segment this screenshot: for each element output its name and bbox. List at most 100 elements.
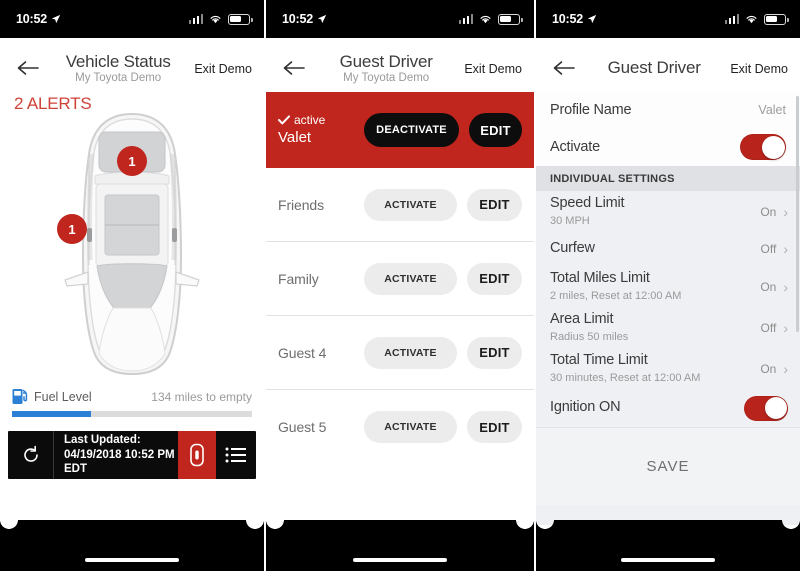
list-menu-icon[interactable] (216, 431, 256, 479)
profile-name-value: Valet (758, 103, 786, 117)
battery-icon (764, 13, 789, 25)
edit-button-guest-4[interactable]: EDIT (466, 336, 522, 369)
activate-button-friends[interactable]: ACTIVATE (364, 188, 457, 221)
activate-label: Activate (550, 139, 600, 155)
edit-button-guest-5[interactable]: EDIT (466, 411, 522, 443)
setting-row-speed-limit[interactable]: Speed Limit 30 MPH On › (536, 191, 800, 232)
setting-right: Off › (761, 321, 788, 335)
setting-subtitle: 30 MPH (550, 214, 590, 227)
check-icon (278, 115, 290, 125)
three-phone-screenshots: 10:52 Vehicle Status My Toyota Demo Exit… (0, 0, 800, 571)
refresh-icon[interactable] (8, 431, 54, 479)
setting-row-curfew[interactable]: Curfew Off › (536, 232, 800, 266)
setting-title: Area Limit (550, 311, 614, 328)
active-profile-name: Valet (278, 128, 312, 146)
setting-texts: Speed Limit 30 MPH (550, 195, 625, 228)
setting-texts: Total Time Limit 30 minutes, Reset at 12… (550, 352, 700, 385)
setting-title: Curfew (550, 240, 595, 257)
save-button[interactable]: SAVE (647, 458, 690, 475)
back-arrow-icon[interactable] (548, 51, 582, 85)
edit-button-friends[interactable]: EDIT (466, 188, 522, 221)
save-area[interactable]: SAVE (536, 427, 800, 505)
page-subtitle: My Toyota Demo (75, 71, 162, 84)
last-updated-text: Last Updated: 04/19/2018 10:52 PM EDT (54, 431, 178, 479)
ignition-label: Ignition ON (550, 399, 621, 416)
profile-name-label: Friends (278, 196, 324, 213)
page-title: Vehicle Status (65, 51, 171, 71)
activate-button-guest-4[interactable]: ACTIVATE (364, 336, 457, 369)
profile-row-guest-4[interactable]: Guest 4 ACTIVATE EDIT (266, 316, 534, 390)
setting-state: Off (760, 320, 777, 335)
profile-name-row[interactable]: Profile Name Valet (536, 92, 800, 128)
setting-right: On › (760, 280, 788, 294)
exit-demo-button[interactable]: Exit Demo (462, 60, 522, 76)
profile-row-active-valet[interactable]: active Valet DEACTIVATE EDIT (266, 92, 534, 168)
nav-bar-2: Guest Driver My Toyota Demo Exit Demo (266, 38, 534, 92)
profile-row-family[interactable]: Family ACTIVATE EDIT (266, 242, 534, 316)
status-bar-time: 10:52 (552, 12, 583, 26)
home-indicator[interactable] (353, 557, 447, 562)
guest-driver-profile-list: active Valet DEACTIVATE EDIT Friends ACT… (266, 92, 534, 525)
cellular-signal-icon (458, 14, 473, 24)
edit-button-family[interactable]: EDIT (466, 262, 522, 295)
setting-row-total-miles-limit[interactable]: Total Miles Limit 2 miles, Reset at 12:0… (536, 266, 800, 307)
page-subtitle: My Toyota Demo (343, 71, 430, 84)
chevron-right-icon: › (783, 278, 788, 295)
exit-demo-button[interactable]: Exit Demo (728, 60, 788, 76)
activate-toggle[interactable] (740, 134, 786, 160)
activate-button-guest-5[interactable]: ACTIVATE (364, 411, 457, 443)
vertical-scrollbar[interactable] (796, 96, 799, 332)
status-bar-1: 10:52 (0, 0, 264, 38)
home-indicator[interactable] (85, 557, 179, 562)
home-indicator[interactable] (621, 557, 715, 562)
home-indicator-area-1 (0, 529, 264, 571)
setting-row-total-time-limit[interactable]: Total Time Limit 30 minutes, Reset at 12… (536, 348, 800, 389)
setting-texts: Total Miles Limit 2 miles, Reset at 12:0… (550, 270, 681, 303)
deactivate-button[interactable]: DEACTIVATE (364, 113, 460, 147)
status-bar-right-3 (724, 13, 789, 25)
cellular-signal-icon (724, 14, 739, 24)
page-title: Guest Driver (339, 51, 433, 71)
phone-panel-guest-driver-settings: 10:52 Guest Driver Exit Demo Profile Nam… (536, 0, 800, 571)
back-arrow-icon[interactable] (278, 51, 312, 85)
fuel-level-label: Fuel Level (34, 389, 92, 404)
setting-texts: Area Limit Radius 50 miles (550, 311, 628, 344)
setting-row-area-limit[interactable]: Area Limit Radius 50 miles Off › (536, 307, 800, 348)
car-lock-icon[interactable] (178, 431, 216, 479)
exit-demo-button[interactable]: Exit Demo (192, 60, 252, 76)
edit-button-valet[interactable]: EDIT (469, 113, 522, 147)
active-status-label: active (294, 112, 326, 127)
profile-name-label: Guest 4 (278, 344, 327, 361)
setting-right: Off › (761, 242, 788, 256)
profile-row-friends[interactable]: Friends ACTIVATE EDIT (266, 168, 534, 242)
setting-texts: Ignition ON (550, 399, 621, 416)
setting-subtitle: Radius 50 miles (550, 330, 629, 343)
profile-row-guest-5[interactable]: Guest 5 ACTIVATE EDIT (266, 390, 534, 464)
location-arrow-icon (317, 14, 327, 24)
fuel-level-fill (12, 411, 92, 417)
fuel-range-label: 134 miles to empty (151, 389, 252, 404)
activate-button-family[interactable]: ACTIVATE (364, 262, 457, 295)
last-updated-value: 04/19/2018 10:52 PM EDT (64, 448, 175, 476)
ignition-toggle[interactable] (744, 395, 788, 421)
activate-row[interactable]: Activate (536, 128, 800, 166)
setting-row-ignition[interactable]: Ignition ON (536, 389, 800, 427)
setting-state: On (760, 279, 777, 294)
profile-top-rows: Profile Name Valet Activate (536, 92, 800, 166)
setting-state: On (760, 204, 777, 219)
last-updated-label: Last Updated: (64, 433, 141, 446)
status-bar-2: 10:52 (266, 0, 534, 38)
status-bar-left-2: 10:52 (282, 12, 327, 26)
phone-panel-guest-driver-list: 10:52 Guest Driver My Toyota Demo Exit D… (266, 0, 534, 571)
fuel-left-group: Fuel Level (12, 388, 92, 405)
setting-state: Off (760, 242, 777, 256)
phone-panel-vehicle-status: 10:52 Vehicle Status My Toyota Demo Exit… (0, 0, 264, 571)
back-arrow-icon[interactable] (12, 51, 46, 85)
alert-badge-door[interactable]: 1 (57, 214, 87, 244)
fuel-level-header: Fuel Level 134 miles to empty (12, 388, 252, 405)
status-bar-left: 10:52 (16, 12, 61, 26)
setting-subtitle: 30 minutes, Reset at 12:00 AM (550, 371, 701, 384)
active-profile-info: active Valet (278, 112, 364, 148)
profile-name-label: Guest 5 (278, 419, 327, 435)
alert-badge-trunk[interactable]: 1 (117, 146, 147, 176)
